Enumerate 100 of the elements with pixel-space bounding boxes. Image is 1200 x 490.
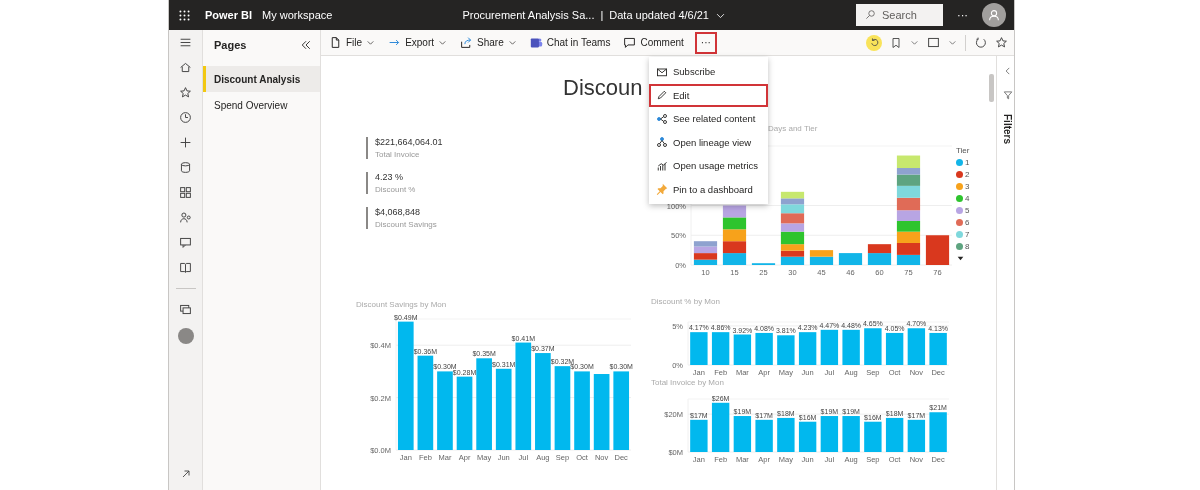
legend-label: 1 [965, 158, 970, 167]
search-field[interactable]: Search [856, 4, 943, 26]
filters-label[interactable]: Filters [1002, 114, 1013, 144]
bar [690, 332, 708, 365]
bar [733, 416, 752, 452]
avatar-icon[interactable] [982, 3, 1006, 27]
app-launcher-icon[interactable] [178, 8, 191, 22]
menu-item[interactable]: See related content [649, 107, 768, 131]
bar [864, 421, 882, 452]
menu-item[interactable]: Open lineage view [649, 130, 768, 154]
bar-segment [925, 235, 950, 265]
plus-icon[interactable] [179, 136, 192, 149]
bar [907, 419, 926, 452]
legend-label: 7 [965, 230, 970, 239]
bar-segment [722, 241, 747, 254]
scrollbar-thumb[interactable] [988, 74, 994, 102]
legend-label: 6 [965, 218, 970, 227]
apps-icon[interactable] [179, 186, 192, 199]
report-title: Discoun [563, 75, 643, 100]
page-item[interactable]: Spend Overview [203, 92, 320, 118]
workspace-link[interactable]: My workspace [262, 9, 333, 21]
share-nodes-icon [656, 112, 668, 125]
bookmark-icon[interactable] [890, 36, 902, 49]
bar-segment [867, 244, 892, 254]
bar-segment [722, 229, 747, 242]
legend-label: 5 [965, 206, 970, 215]
menu-icon[interactable] [179, 36, 192, 49]
chat-icon[interactable] [179, 236, 192, 249]
data-updated[interactable]: Data updated 4/6/21 [609, 9, 709, 21]
bar [777, 335, 795, 365]
bar [711, 402, 730, 452]
share-icon [460, 36, 474, 49]
toolbar-button[interactable]: Share [458, 31, 519, 54]
book-icon[interactable] [179, 261, 192, 274]
clock-icon[interactable] [179, 111, 192, 124]
menu-item[interactable]: Edit [649, 83, 768, 107]
more-button[interactable]: ··· [957, 9, 968, 21]
bar [755, 419, 773, 452]
menu-item[interactable]: Pin to a dashboard [649, 177, 768, 201]
bar-segment [896, 254, 921, 265]
bar [777, 417, 795, 452]
bar-segment [780, 204, 805, 214]
toolbar-button[interactable]: File [327, 31, 378, 54]
menu-item[interactable]: Subscribe [649, 60, 768, 84]
comment-icon [623, 36, 637, 49]
toolbar-button[interactable]: Chat in Teams [527, 31, 613, 54]
people-icon[interactable] [179, 211, 192, 224]
legend-label: 8 [965, 242, 970, 251]
star-icon[interactable] [179, 86, 192, 99]
bar-segment [809, 256, 834, 265]
scroll-down-icon[interactable] [956, 254, 965, 263]
legend-label: 2 [965, 170, 970, 179]
legend-title: Tier [956, 146, 970, 155]
refresh-icon[interactable] [974, 36, 987, 49]
reset-icon[interactable] [866, 34, 882, 51]
chart-title: Total Invoice by Mon [651, 378, 725, 387]
bar [798, 332, 817, 365]
toolbar-button[interactable]: Comment [621, 31, 686, 54]
kpi-label: Discount Savings [375, 220, 438, 229]
page-item[interactable]: Discount Analysis [203, 66, 320, 92]
kpi-label: Discount % [375, 185, 417, 194]
hierarchy-icon [656, 136, 668, 149]
kpi-value: $4,068,848 [375, 207, 422, 217]
separator: | [600, 9, 604, 21]
home-icon[interactable] [179, 61, 192, 74]
mail-icon [656, 65, 668, 78]
bar [798, 421, 817, 452]
chevron-down-icon [438, 38, 448, 47]
bar [885, 332, 904, 365]
kpi-label: Total Invoice [375, 150, 421, 159]
undo-arrow-icon [868, 37, 880, 48]
bar-segment [896, 210, 921, 221]
chart-title: Discount % by Mon [651, 297, 721, 306]
chart-title: Days and Tier [767, 124, 819, 133]
collapse-icon[interactable] [300, 39, 312, 51]
bar [929, 412, 947, 452]
bar [755, 332, 773, 365]
bar [842, 329, 860, 365]
search-icon [865, 9, 876, 20]
bar-segment [867, 253, 892, 265]
bar [864, 328, 882, 365]
view-icon[interactable] [927, 36, 940, 49]
pencil-icon [656, 89, 668, 102]
more-button[interactable]: ··· [694, 31, 717, 54]
legend-label: 3 [965, 182, 970, 191]
menu-item[interactable]: Open usage metrics [649, 154, 768, 178]
bar-segment [896, 220, 921, 232]
star-icon[interactable] [995, 36, 1008, 49]
bar-segment [838, 253, 863, 265]
legend-label: 4 [965, 194, 970, 203]
chevron-down-icon [507, 38, 517, 47]
monitor-icon[interactable] [179, 303, 192, 316]
bar [885, 417, 904, 452]
toolbar-button[interactable]: Export [386, 31, 450, 54]
bar-segment [722, 253, 747, 265]
bar [929, 332, 947, 365]
document-icon [329, 36, 342, 49]
app-name: Power BI [205, 9, 253, 21]
database-icon[interactable] [179, 161, 192, 174]
report-title: Procurement Analysis Sa... [462, 9, 595, 21]
